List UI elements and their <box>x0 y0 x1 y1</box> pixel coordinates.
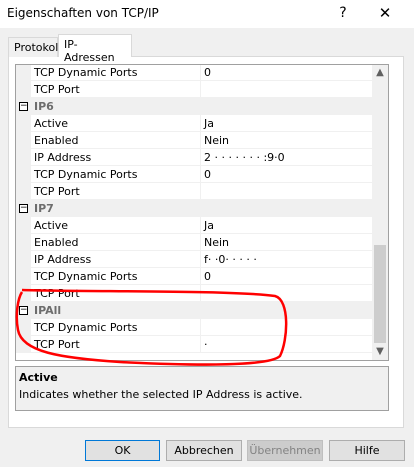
property-name: IP Address <box>34 253 92 266</box>
title-bar: Eigenschaften von TCP/IP ? ✕ <box>0 0 414 28</box>
property-name: TCP Port <box>34 185 80 198</box>
tab-protokoll[interactable]: Protokoll <box>8 37 61 57</box>
cancel-button[interactable]: Abbrechen <box>166 440 242 461</box>
collapse-icon[interactable]: − <box>19 102 28 111</box>
vertical-scrollbar[interactable]: ▲ ▼ <box>372 65 388 360</box>
column-divider <box>200 81 201 98</box>
column-divider <box>200 285 201 302</box>
property-row[interactable]: TCP Port · <box>16 336 372 353</box>
property-row[interactable]: TCP Dynamic Ports 0 <box>16 268 372 285</box>
row-gutter <box>16 217 31 234</box>
row-gutter <box>16 115 31 132</box>
collapse-icon[interactable]: − <box>19 204 28 213</box>
row-gutter <box>16 183 31 200</box>
column-divider <box>200 166 201 183</box>
ok-button[interactable]: OK <box>85 440 160 461</box>
column-divider <box>200 234 201 251</box>
property-row[interactable]: Enabled Nein <box>16 132 372 149</box>
property-value[interactable]: Ja <box>204 117 214 130</box>
column-divider <box>200 65 201 81</box>
category-label: IP7 <box>34 202 54 215</box>
property-grid: TCP Dynamic Ports 0 TCP Port − IP6 Active Ja En… <box>15 64 389 361</box>
property-value[interactable]: Nein <box>204 236 229 249</box>
close-icon[interactable]: ✕ <box>372 2 398 24</box>
category-label: IPAll <box>34 304 62 317</box>
row-gutter <box>16 166 31 183</box>
property-name: IP Address <box>34 151 92 164</box>
tab-ip-adressen[interactable]: IP-Adressen <box>58 34 132 64</box>
column-divider <box>200 132 201 149</box>
row-gutter <box>16 234 31 251</box>
row-gutter <box>16 132 31 149</box>
property-row[interactable]: TCP Dynamic Ports 0 <box>16 65 372 81</box>
property-name: Enabled <box>34 134 79 147</box>
description-panel: Active Indicates whether the selected IP… <box>15 366 389 411</box>
property-name: TCP Dynamic Ports <box>34 168 138 181</box>
column-divider <box>200 336 201 353</box>
column-divider <box>200 115 201 132</box>
property-row[interactable]: Active Ja <box>16 217 372 234</box>
property-row[interactable]: TCP Port <box>16 183 372 200</box>
property-name: TCP Port <box>34 287 80 300</box>
property-row[interactable]: TCP Port <box>16 285 372 302</box>
description-title: Active <box>19 371 58 384</box>
help-button[interactable]: Hilfe <box>329 440 405 461</box>
property-name: TCP Dynamic Ports <box>34 321 138 334</box>
category-label: IP6 <box>34 100 54 113</box>
property-value[interactable]: · <box>204 338 208 351</box>
row-gutter <box>16 251 31 268</box>
row-gutter <box>16 336 31 353</box>
property-name: Active <box>34 219 69 232</box>
property-name: TCP Port <box>34 338 80 351</box>
category-row[interactable]: − IPAll <box>16 302 372 319</box>
scroll-up-icon[interactable]: ▲ <box>372 65 388 81</box>
property-name: TCP Port <box>34 83 80 96</box>
property-name: TCP Dynamic Ports <box>34 66 138 79</box>
column-divider <box>200 183 201 200</box>
help-icon[interactable]: ? <box>330 2 356 24</box>
property-value[interactable]: f· ·0· · · · · <box>204 253 257 266</box>
property-name: Active <box>34 117 69 130</box>
row-gutter <box>16 285 31 302</box>
property-row[interactable]: Enabled Nein <box>16 234 372 251</box>
property-row[interactable]: TCP Dynamic Ports 0 <box>16 166 372 183</box>
category-row[interactable]: − IP7 <box>16 200 372 217</box>
row-gutter <box>16 319 31 336</box>
apply-button[interactable]: Übernehmen <box>247 440 323 461</box>
window-title: Eigenschaften von TCP/IP <box>7 6 159 20</box>
scroll-down-icon[interactable]: ▼ <box>372 344 388 360</box>
row-gutter <box>16 268 31 285</box>
category-row[interactable]: − IP6 <box>16 98 372 115</box>
scroll-thumb[interactable] <box>374 245 386 343</box>
property-row[interactable]: TCP Port <box>16 81 372 98</box>
property-row[interactable]: IP Address 2 · · · · · · · :9·0 <box>16 149 372 166</box>
column-divider <box>200 251 201 268</box>
property-row[interactable]: IP Address f· ·0· · · · · <box>16 251 372 268</box>
property-value[interactable]: 0 <box>204 66 211 79</box>
row-gutter <box>16 149 31 166</box>
column-divider <box>200 268 201 285</box>
property-row[interactable]: Active Ja <box>16 115 372 132</box>
property-value[interactable]: 2 · · · · · · · :9·0 <box>204 151 285 164</box>
column-divider <box>200 149 201 166</box>
row-gutter <box>16 81 31 98</box>
property-value[interactable]: Ja <box>204 219 214 232</box>
row-gutter <box>16 65 31 81</box>
property-row[interactable]: TCP Dynamic Ports <box>16 319 372 336</box>
description-text: Indicates whether the selected IP Addres… <box>19 388 303 401</box>
property-name: Enabled <box>34 236 79 249</box>
property-name: TCP Dynamic Ports <box>34 270 138 283</box>
property-value[interactable]: 0 <box>204 270 211 283</box>
column-divider <box>200 217 201 234</box>
column-divider <box>200 319 201 336</box>
collapse-icon[interactable]: − <box>19 306 28 315</box>
property-value[interactable]: Nein <box>204 134 229 147</box>
property-value[interactable]: 0 <box>204 168 211 181</box>
